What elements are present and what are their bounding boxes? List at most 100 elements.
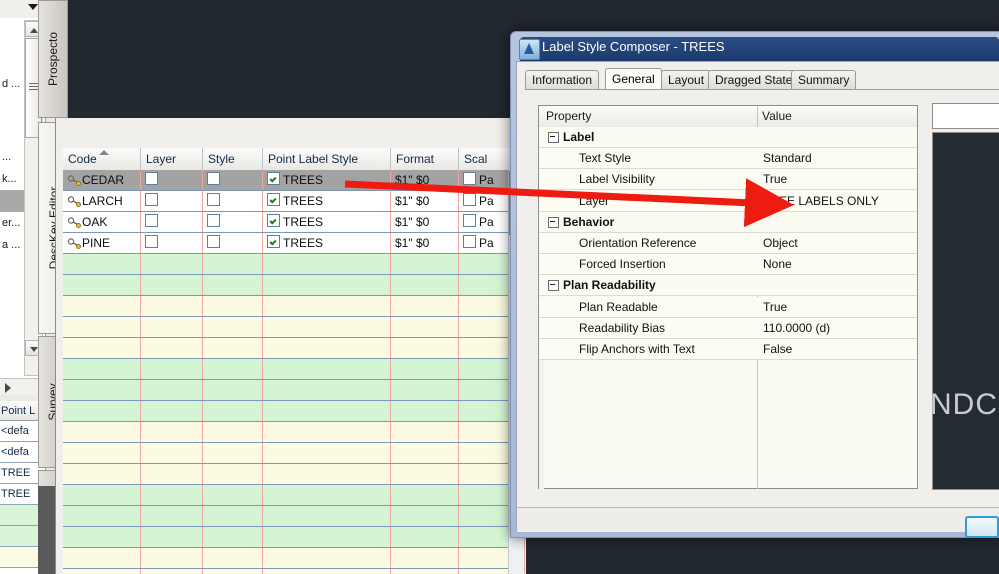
checkbox-layer[interactable] (145, 235, 158, 248)
table-cell-empty[interactable] (203, 296, 263, 316)
checkbox-scale[interactable] (463, 214, 476, 227)
table-row-empty[interactable] (63, 464, 525, 485)
table-cell-empty[interactable] (391, 275, 459, 295)
checkbox-style[interactable] (207, 172, 220, 185)
table-cell-empty[interactable] (63, 254, 141, 274)
table-cell-empty[interactable] (203, 338, 263, 358)
table-cell-style[interactable] (203, 191, 263, 211)
table-cell-empty[interactable] (63, 506, 141, 526)
table-cell-empty[interactable] (141, 548, 203, 568)
table-cell-empty[interactable] (63, 317, 141, 337)
table-cell-empty[interactable] (63, 380, 141, 400)
table-cell-style[interactable] (203, 233, 263, 253)
table-cell-empty[interactable] (391, 296, 459, 316)
table-row-empty[interactable] (63, 296, 525, 317)
property-value[interactable]: True (763, 169, 787, 189)
table-cell-empty[interactable] (203, 359, 263, 379)
table-cell-empty[interactable] (203, 548, 263, 568)
column-header-format[interactable]: Format (391, 148, 459, 170)
table-cell-empty[interactable] (203, 380, 263, 400)
checkbox-scale[interactable] (463, 172, 476, 185)
table-cell-empty[interactable] (203, 485, 263, 505)
table-cell-format[interactable]: $1" $0 (391, 212, 459, 232)
table-cell-point_label[interactable]: TREES (263, 191, 391, 211)
table-cell-empty[interactable] (391, 422, 459, 442)
table-cell-layer[interactable] (141, 212, 203, 232)
table-cell-empty[interactable] (63, 422, 141, 442)
checkbox-scale[interactable] (463, 193, 476, 206)
table-cell-empty[interactable] (141, 359, 203, 379)
property-row[interactable]: Plan Readable True (539, 296, 917, 318)
table-cell-format[interactable]: $1" $0 (391, 191, 459, 211)
table-cell-format[interactable]: $1" $0 (391, 170, 459, 190)
property-row[interactable]: Readability Bias 110.0000 (d) (539, 317, 917, 339)
property-value[interactable]: Standard (763, 148, 812, 168)
table-cell-empty[interactable] (141, 254, 203, 274)
table-cell-empty[interactable] (141, 401, 203, 421)
table-cell-empty[interactable] (63, 464, 141, 484)
table-cell-empty[interactable] (203, 443, 263, 463)
table-cell-empty[interactable] (63, 443, 141, 463)
label-preview-pane[interactable] (932, 132, 999, 490)
table-cell-format[interactable]: $1" $0 (391, 233, 459, 253)
table-cell-point_label[interactable]: TREES (263, 233, 391, 253)
property-row[interactable]: Label Visibility True (539, 169, 917, 191)
table-cell-empty[interactable] (391, 359, 459, 379)
table-row-empty[interactable] (63, 359, 525, 380)
tab-summary[interactable]: Summary (791, 70, 857, 90)
table-cell-empty[interactable] (63, 485, 141, 505)
property-row[interactable]: Layer TREE LABELS ONLY (539, 190, 917, 212)
table-cell-empty[interactable] (263, 401, 391, 421)
table-cell-empty[interactable] (63, 338, 141, 358)
property-category-row[interactable]: Behavior (539, 211, 917, 233)
collapse-icon[interactable] (548, 216, 559, 228)
property-row[interactable]: Text Style Standard (539, 148, 917, 170)
tab-layout[interactable]: Layout (661, 70, 712, 90)
table-cell-empty[interactable] (203, 527, 263, 547)
property-value[interactable]: False (763, 339, 792, 359)
table-cell-empty[interactable] (391, 506, 459, 526)
property-value[interactable]: 110.0000 (d) (763, 318, 830, 338)
table-cell-empty[interactable] (141, 275, 203, 295)
table-cell-empty[interactable] (203, 464, 263, 484)
table-cell-empty[interactable] (203, 506, 263, 526)
table-cell-empty[interactable] (391, 254, 459, 274)
table-row-empty[interactable] (63, 506, 525, 527)
tab-general[interactable]: General (605, 68, 662, 90)
table-cell-empty[interactable] (203, 275, 263, 295)
table-row-empty[interactable] (63, 317, 525, 338)
table-row-selected[interactable]: CEDAR TREES $1" $0 Pa (63, 170, 525, 191)
table-cell-style[interactable] (203, 212, 263, 232)
table-cell-layer[interactable] (141, 170, 203, 190)
table-cell-empty[interactable] (263, 296, 391, 316)
table-cell-empty[interactable] (391, 548, 459, 568)
table-cell-empty[interactable] (391, 443, 459, 463)
collapse-icon[interactable] (548, 132, 559, 143)
table-row-empty[interactable] (63, 275, 525, 296)
table-row-empty[interactable] (63, 548, 525, 569)
property-value[interactable]: None (763, 254, 792, 274)
table-cell-empty[interactable] (391, 569, 459, 574)
property-row[interactable]: Orientation Reference Object (539, 233, 917, 254)
table-cell-empty[interactable] (203, 401, 263, 421)
table-cell-empty[interactable] (263, 485, 391, 505)
table-cell-empty[interactable] (141, 569, 203, 574)
table-row-empty[interactable] (63, 443, 525, 464)
chevron-down-icon[interactable] (28, 4, 38, 10)
table-cell-empty[interactable] (63, 275, 141, 295)
table-cell-empty[interactable] (141, 506, 203, 526)
table-cell-empty[interactable] (203, 422, 263, 442)
table-cell-code[interactable]: OAK (63, 212, 141, 232)
table-cell-empty[interactable] (141, 422, 203, 442)
table-row-empty[interactable] (63, 338, 525, 359)
table-cell-empty[interactable] (263, 380, 391, 400)
table-row-empty[interactable] (63, 485, 525, 506)
table-cell-empty[interactable] (263, 359, 391, 379)
property-value[interactable]: TREE LABELS ONLY (763, 191, 879, 211)
table-row[interactable]: LARCH TREES $1" $0 Pa (63, 191, 525, 212)
table-cell-empty[interactable] (141, 296, 203, 316)
table-cell-empty[interactable] (263, 464, 391, 484)
table-cell-empty[interactable] (141, 443, 203, 463)
sidebar-item-prospector[interactable]: Prospecto (38, 0, 68, 118)
table-cell-empty[interactable] (141, 485, 203, 505)
